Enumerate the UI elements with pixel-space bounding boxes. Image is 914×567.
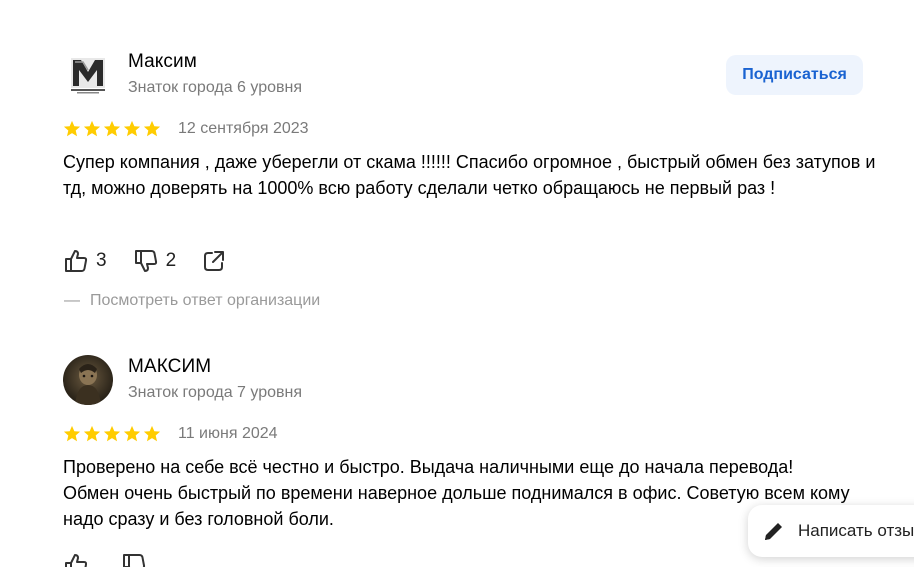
star-icon (103, 120, 121, 137)
share-icon[interactable] (202, 249, 226, 273)
like-count: 3 (96, 250, 107, 271)
star-icon (143, 120, 161, 137)
partial-reaction-icons (63, 0, 223, 4)
avatar-photo-image (63, 355, 113, 405)
dislike-icon (123, 554, 146, 567)
avatar[interactable] (63, 355, 113, 405)
dislike-button[interactable] (121, 552, 147, 567)
star-icon (123, 425, 141, 442)
write-review-label: Написать отзыв (798, 521, 914, 540)
org-reply-link[interactable]: — Посмотреть ответ организации (64, 292, 320, 310)
author-level: Знаток города 7 уровня (128, 384, 303, 401)
star-icon (83, 120, 101, 137)
review-date: 12 сентября 2023 (178, 120, 309, 137)
star-icon (103, 425, 121, 442)
review-reactions: 3 2 (63, 248, 226, 274)
star-icon (123, 120, 141, 137)
rating-stars (63, 120, 161, 138)
review-text: Супер компания , даже уберегли от скама … (63, 152, 876, 198)
star-icon (63, 120, 81, 137)
dislike-button[interactable]: 2 (133, 248, 177, 274)
org-reply-label: Посмотреть ответ организации (90, 292, 321, 309)
dislike-count: 2 (165, 250, 177, 271)
rating-stars (63, 425, 161, 443)
dash-separator: — (64, 292, 80, 309)
review-date: 11 июня 2024 (178, 425, 278, 442)
star-icon (83, 425, 101, 442)
star-icon (63, 425, 81, 442)
star-icon (143, 425, 161, 442)
like-button[interactable] (63, 552, 89, 567)
previous-review-reactions (63, 0, 223, 9)
like-button[interactable]: 3 (63, 248, 107, 274)
write-review-button[interactable]: Написать отзыв (748, 505, 914, 557)
review-text: Проверено на себе всё честно и быстро. В… (63, 457, 850, 529)
author-name[interactable]: Максим (128, 51, 197, 73)
avatar[interactable] (63, 50, 113, 100)
dislike-icon (134, 250, 157, 272)
subscribe-button[interactable]: Подписаться (726, 55, 863, 95)
like-icon (65, 250, 88, 272)
review-reactions (63, 552, 173, 567)
author-name[interactable]: МАКСИМ (128, 356, 211, 378)
like-icon (65, 554, 88, 567)
pencil-icon (765, 523, 782, 540)
author-level: Знаток города 6 уровня (128, 79, 303, 96)
avatar-logo-image (63, 50, 113, 100)
